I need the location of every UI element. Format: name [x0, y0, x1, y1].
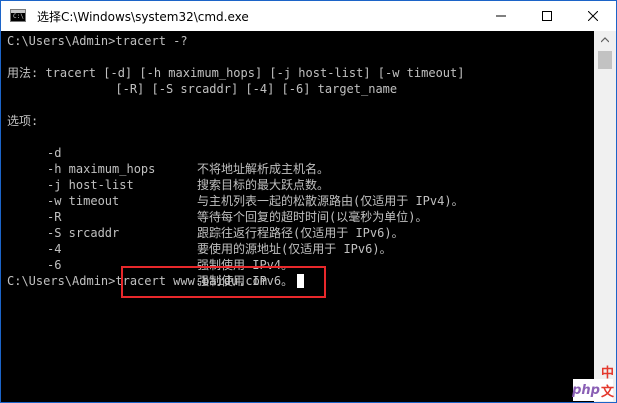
maximize-button[interactable]: [524, 1, 570, 31]
option-row: -j host-list 与主机列表一起的松散源路由(仅适用于 IPv4)。: [7, 161, 464, 208]
window-title: 选择C:\Windows\system32\cmd.exe: [37, 10, 249, 24]
maximize-icon: [542, 11, 552, 21]
title-bar[interactable]: C:\ 选择C:\Windows\system32\cmd.exe: [1, 1, 616, 31]
cmd-window: C:\ 选择C:\Windows\system32\cmd.exe C:\Use…: [0, 0, 617, 403]
option-description: 要使用的源地址(仅适用于 IPv6)。: [197, 242, 392, 256]
option-row: -h maximum_hops 搜索目标的最大跃点数。: [7, 145, 329, 192]
prompt-line: C:\Users\Admin>tracert -?: [7, 34, 188, 48]
minimize-button[interactable]: [478, 1, 524, 31]
watermark-cn: 中文网: [600, 365, 614, 400]
option-description: 搜索目标的最大跃点数。: [197, 178, 330, 192]
option-flag: -w timeout: [47, 194, 120, 208]
cmd-icon-prompt: C:\: [13, 13, 24, 20]
cmd-icon[interactable]: C:\: [10, 9, 26, 22]
scroll-up-button[interactable]: [594, 31, 616, 49]
minimize-icon: [496, 15, 506, 17]
vertical-scrollbar[interactable]: [594, 31, 616, 402]
scroll-thumb[interactable]: [598, 51, 612, 69]
option-flag: -S srcaddr: [47, 226, 120, 240]
usage-line: 用法: tracert [-d] [-h maximum_hops] [-j h…: [7, 66, 465, 80]
option-description: 与主机列表一起的松散源路由(仅适用于 IPv4)。: [197, 194, 464, 208]
option-row: -R 跟踪往返行程路径(仅适用于 IPv6)。: [7, 193, 404, 240]
close-icon: [588, 11, 598, 21]
option-description: 跟踪往返行程路径(仅适用于 IPv6)。: [197, 226, 404, 240]
option-description: 不将地址解析成主机名。: [197, 162, 330, 176]
chevron-up-icon: [601, 37, 609, 43]
option-description: 等待每个回复的超时时间(以毫秒为单位)。: [197, 210, 428, 224]
highlight-annotation: [121, 266, 326, 298]
option-row: -4 强制使用 IPv4。: [7, 225, 293, 272]
option-flag: -j host-list: [47, 178, 134, 192]
option-flag: -h maximum_hops: [47, 162, 156, 176]
option-row: -w timeout 等待每个回复的超时时间(以毫秒为单位)。: [7, 177, 427, 224]
usage-line-continued: [-R] [-S srcaddr] [-4] [-6] target_name: [7, 82, 398, 96]
option-row: -S srcaddr 要使用的源地址(仅适用于 IPv6)。: [7, 209, 392, 256]
watermark-php: php: [572, 382, 600, 398]
option-row: -d 不将地址解析成主机名。: [7, 129, 329, 176]
option-row: -6 强制使用 IPv6。: [7, 241, 293, 288]
close-button[interactable]: [570, 1, 616, 31]
watermark-logo: php 中文网: [572, 366, 614, 401]
console-output[interactable]: C:\Users\Admin>tracert -? 用法: tracert [-…: [1, 31, 594, 402]
option-flag: -6: [47, 258, 62, 272]
options-header: 选项:: [7, 114, 39, 128]
